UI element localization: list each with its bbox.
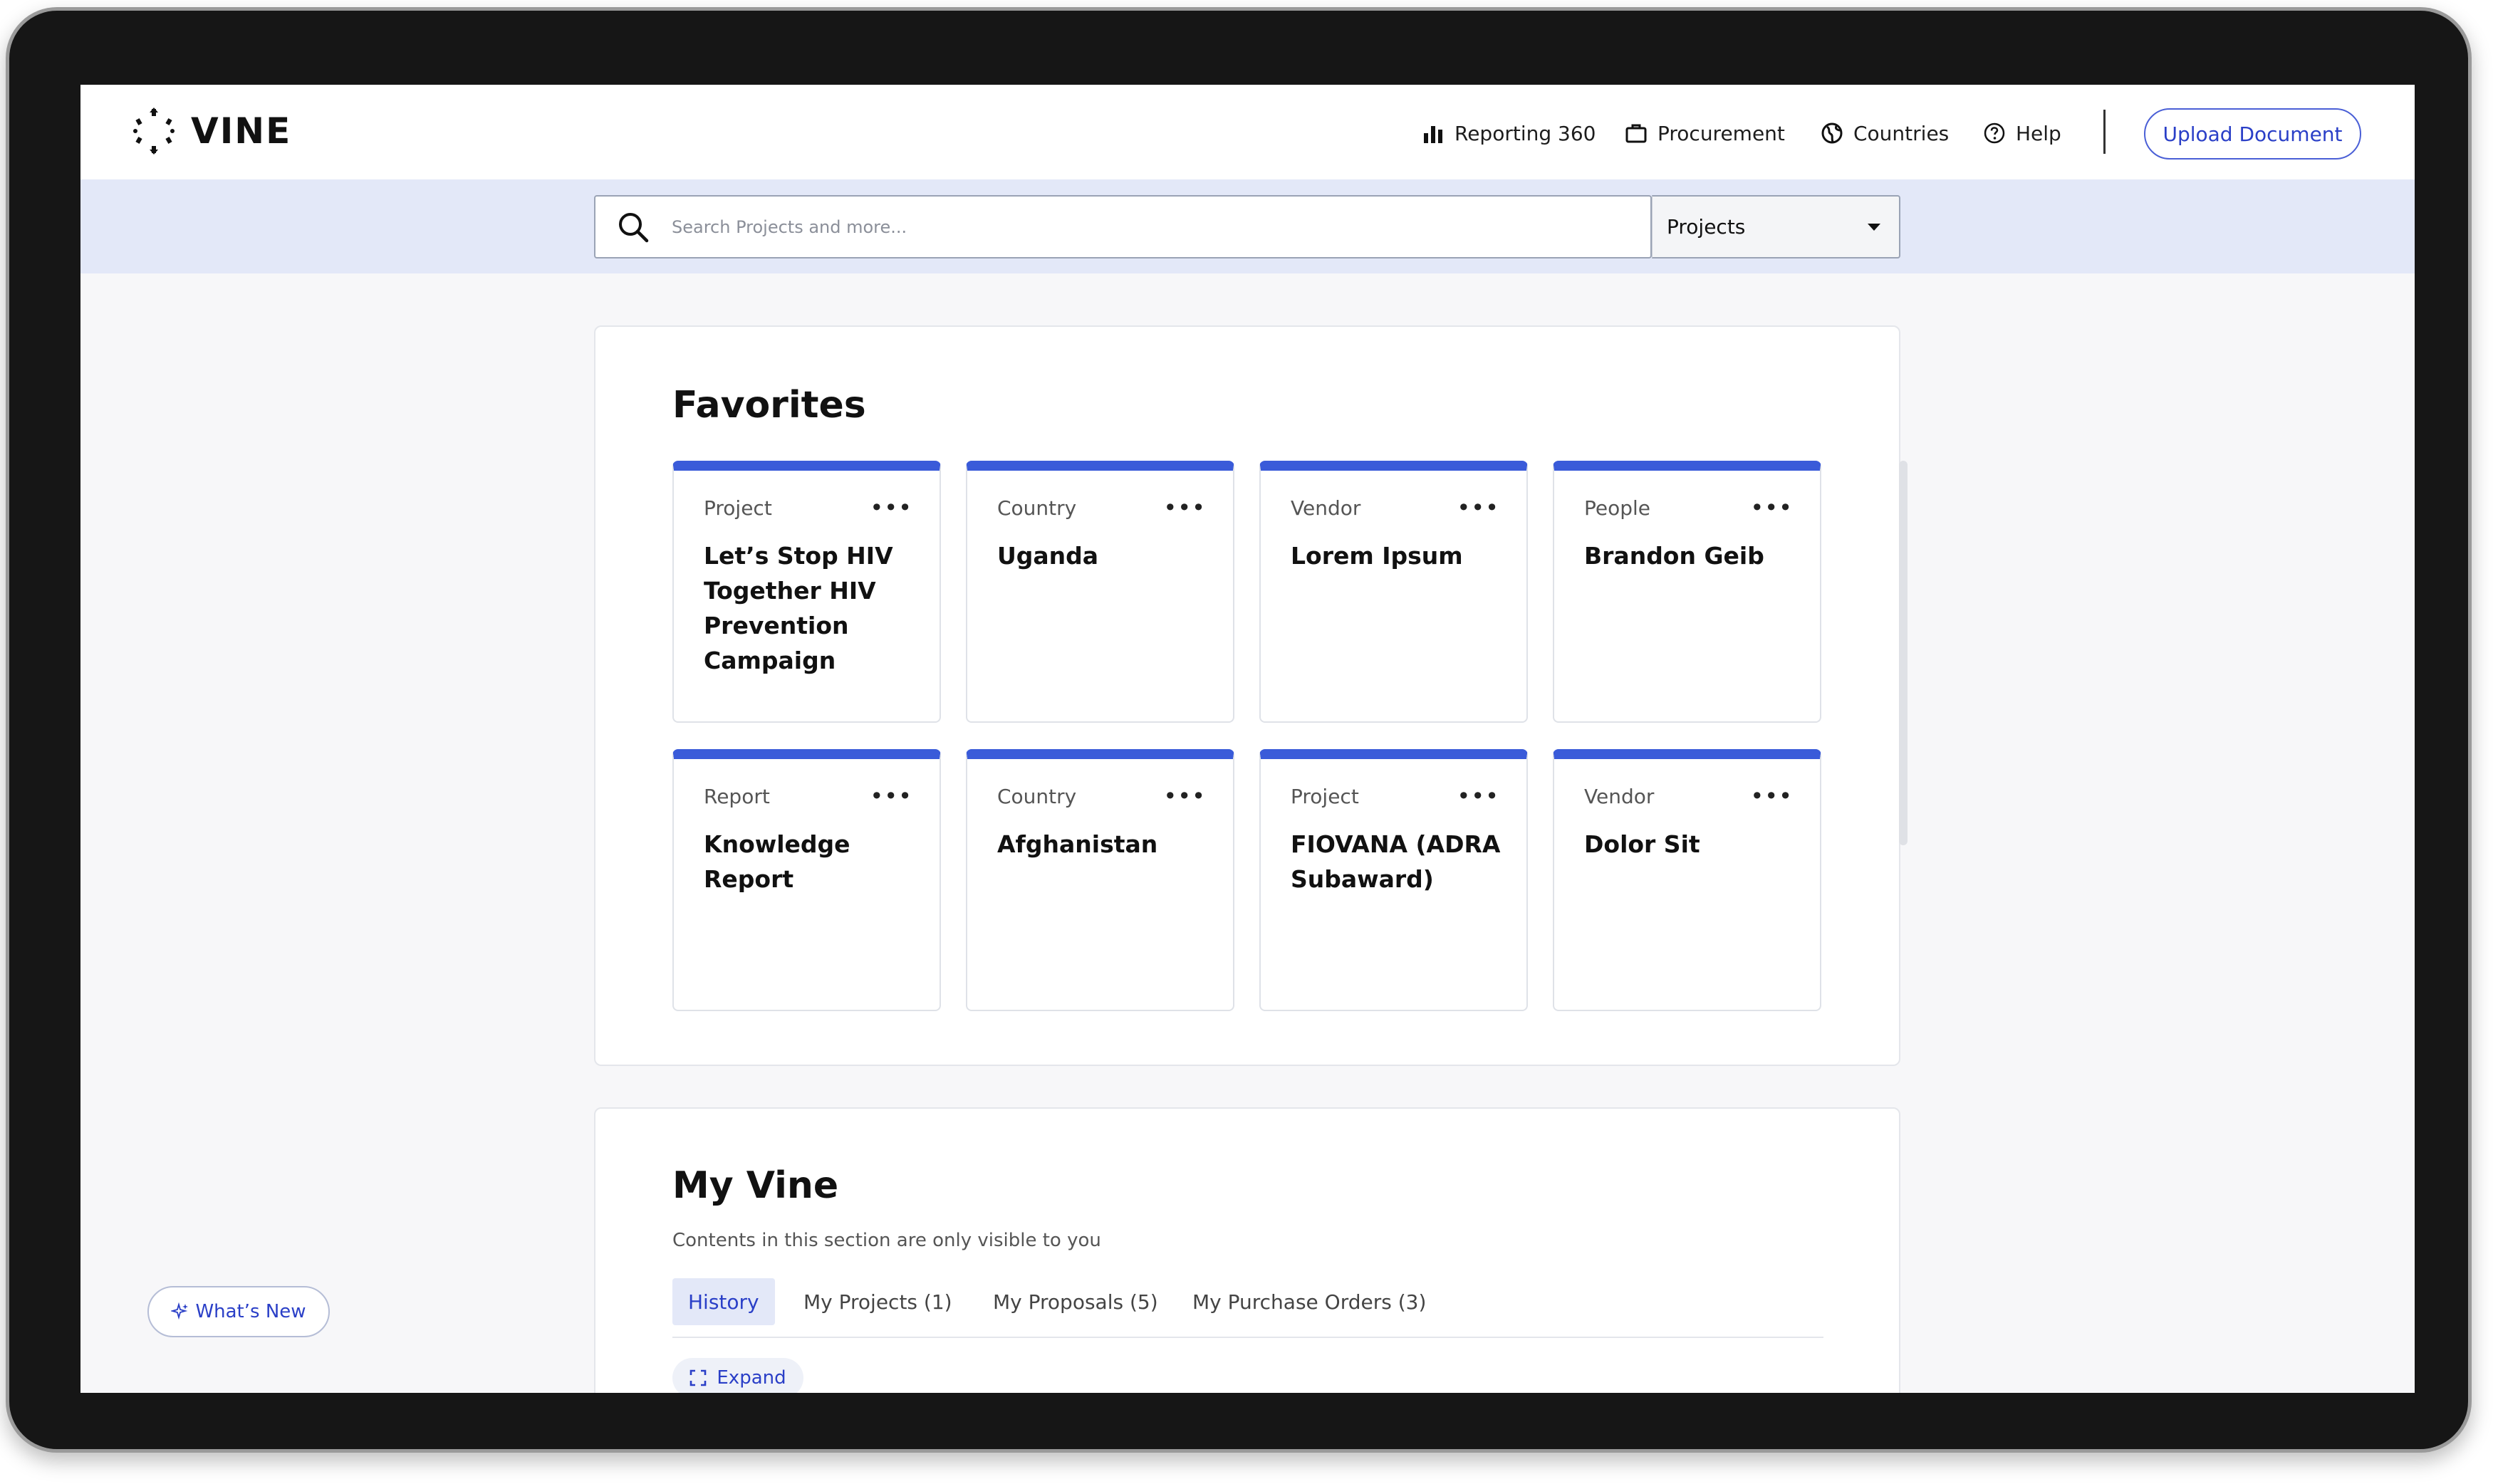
card-title: FIOVANA (ADRA Subaward) bbox=[1291, 830, 1501, 893]
favorite-card[interactable]: Country ••• Afghanistan bbox=[966, 749, 1234, 1011]
search-input[interactable] bbox=[672, 209, 1619, 245]
card-title: Afghanistan bbox=[997, 830, 1158, 858]
tab-history[interactable]: History bbox=[672, 1278, 775, 1325]
caret-down-icon bbox=[1868, 224, 1880, 231]
favorite-card[interactable]: Project ••• Let’s Stop HIV Together HIV … bbox=[672, 461, 941, 723]
nav-countries-label: Countries bbox=[1853, 121, 1950, 145]
briefcase-icon bbox=[1625, 124, 1647, 143]
nav-help[interactable]: Help bbox=[1983, 119, 2061, 147]
search-scope-value: Projects bbox=[1667, 215, 1746, 239]
favorite-card[interactable]: Vendor ••• Dolor Sit bbox=[1553, 749, 1821, 1011]
help-circle-icon bbox=[1984, 122, 2005, 144]
whats-new-button[interactable]: What’s New bbox=[147, 1286, 330, 1337]
bar-chart-icon bbox=[1424, 126, 1442, 143]
logo-text: VINE bbox=[191, 110, 292, 152]
expand-label: Expand bbox=[717, 1367, 786, 1389]
more-options-icon[interactable]: ••• bbox=[1163, 785, 1206, 808]
top-navigation: VINE Reporting 360 Procurement Countries… bbox=[80, 85, 2415, 179]
expand-button[interactable]: Expand bbox=[672, 1358, 803, 1393]
favorite-card[interactable]: People ••• Brandon Geib bbox=[1553, 461, 1821, 723]
tab-my-projects[interactable]: My Projects (1) bbox=[803, 1278, 952, 1325]
favorite-card[interactable]: Project ••• FIOVANA (ADRA Subaward) bbox=[1259, 749, 1528, 1011]
more-options-icon[interactable]: ••• bbox=[1163, 496, 1206, 519]
tab-my-proposals[interactable]: My Proposals (5) bbox=[993, 1278, 1158, 1325]
nav-reporting-label: Reporting 360 bbox=[1454, 121, 1596, 145]
more-options-icon[interactable]: ••• bbox=[870, 785, 912, 808]
favorite-card[interactable]: Vendor ••• Lorem Ipsum bbox=[1259, 461, 1528, 723]
card-type: People bbox=[1584, 496, 1651, 520]
card-type: Project bbox=[1291, 785, 1359, 808]
card-title: Let’s Stop HIV Together HIV Prevention C… bbox=[704, 542, 893, 674]
my-vine-panel: My Vine Contents in this section are onl… bbox=[594, 1107, 1900, 1393]
vine-logo[interactable]: VINE bbox=[132, 106, 291, 156]
expand-icon bbox=[690, 1369, 707, 1386]
card-title: Knowledge Report bbox=[704, 830, 850, 893]
card-type: Country bbox=[997, 785, 1077, 808]
search-box[interactable] bbox=[594, 195, 1652, 258]
my-vine-subtitle: Contents in this section are only visibl… bbox=[672, 1230, 1101, 1251]
favorites-title: Favorites bbox=[672, 384, 866, 427]
whats-new-label: What’s New bbox=[195, 1301, 306, 1322]
tab-my-purchase-orders[interactable]: My Purchase Orders (3) bbox=[1192, 1278, 1426, 1325]
nav-divider bbox=[2103, 110, 2106, 154]
card-type: Project bbox=[704, 496, 772, 520]
favorites-panel: Favorites Project ••• Let’s Stop HIV Tog… bbox=[594, 325, 1908, 1066]
card-title: Dolor Sit bbox=[1584, 830, 1700, 858]
tabs-divider bbox=[672, 1337, 1823, 1338]
my-vine-title: My Vine bbox=[672, 1164, 839, 1207]
search-scope-select[interactable]: Projects bbox=[1652, 195, 1900, 258]
nav-procurement-label: Procurement bbox=[1657, 121, 1785, 145]
globe-icon bbox=[1821, 122, 1843, 144]
card-type: Vendor bbox=[1584, 785, 1655, 808]
device-frame: VINE Reporting 360 Procurement Countries… bbox=[6, 7, 2472, 1453]
upload-document-button[interactable]: Upload Document bbox=[2144, 108, 2361, 160]
search-icon bbox=[619, 213, 649, 243]
card-type: Country bbox=[997, 496, 1077, 520]
more-options-icon[interactable]: ••• bbox=[870, 496, 912, 519]
card-type: Vendor bbox=[1291, 496, 1361, 520]
more-options-icon[interactable]: ••• bbox=[1457, 496, 1499, 519]
favorite-card[interactable]: Country ••• Uganda bbox=[966, 461, 1234, 723]
nav-help-label: Help bbox=[2016, 121, 2061, 145]
favorites-scrollbar[interactable] bbox=[1899, 461, 1908, 845]
favorite-card[interactable]: Report ••• Knowledge Report bbox=[672, 749, 941, 1011]
card-title: Lorem Ipsum bbox=[1291, 542, 1463, 570]
sparkle-icon bbox=[171, 1302, 189, 1320]
card-title: Uganda bbox=[997, 542, 1099, 570]
nav-countries[interactable]: Countries bbox=[1821, 119, 1949, 147]
nav-reporting-360[interactable]: Reporting 360 bbox=[1422, 119, 1596, 147]
more-options-icon[interactable]: ••• bbox=[1750, 496, 1793, 519]
nav-procurement[interactable]: Procurement bbox=[1625, 119, 1785, 147]
app-screen: VINE Reporting 360 Procurement Countries… bbox=[80, 85, 2415, 1393]
more-options-icon[interactable]: ••• bbox=[1457, 785, 1499, 808]
vine-logo-icon bbox=[133, 108, 175, 155]
card-title: Brandon Geib bbox=[1584, 542, 1764, 570]
card-type: Report bbox=[704, 785, 770, 808]
more-options-icon[interactable]: ••• bbox=[1750, 785, 1793, 808]
